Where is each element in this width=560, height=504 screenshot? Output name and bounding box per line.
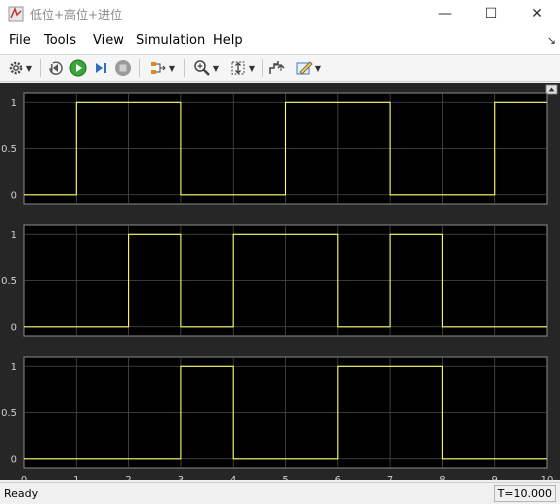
x-tick-label: 3 xyxy=(178,475,184,480)
scope-figure: 00.5100.5100.51012345678910 xyxy=(0,83,560,486)
dock-arrow-icon[interactable]: ↘ xyxy=(547,34,556,47)
close-icon: ✕ xyxy=(531,6,543,22)
step-back-icon xyxy=(49,61,63,75)
settings-button[interactable]: ▼ xyxy=(4,58,36,78)
chevron-down-icon: ▼ xyxy=(212,63,220,73)
x-tick-label: 9 xyxy=(492,475,498,480)
simulation-time: T=10.000 xyxy=(493,485,556,502)
y-tick-label: 1 xyxy=(11,230,17,241)
scope-axes-1: 00.51 xyxy=(1,92,548,205)
x-tick-label: 1 xyxy=(73,475,79,480)
x-tick-label: 8 xyxy=(439,475,445,480)
status-text: Ready xyxy=(4,487,39,500)
x-tick-label: 2 xyxy=(125,475,131,480)
signal-selector-icon xyxy=(150,62,166,74)
run-button[interactable] xyxy=(68,58,88,78)
stop-icon xyxy=(115,60,131,76)
menu-help[interactable]: Help xyxy=(213,33,243,48)
chevron-down-icon: ▼ xyxy=(314,63,322,73)
scope-plot-svg: 00.5100.5100.51012345678910 xyxy=(1,84,558,486)
x-tick-label: 7 xyxy=(387,475,393,480)
close-button[interactable]: ✕ xyxy=(514,0,560,28)
scope-axes-2: 00.51 xyxy=(1,224,548,337)
chevron-down-icon: ▼ xyxy=(248,63,256,73)
style-button[interactable]: ▼ xyxy=(290,58,326,78)
signal-selector-button[interactable]: ▼ xyxy=(144,58,180,78)
y-tick-label: 0.5 xyxy=(1,144,17,155)
simulink-scope-icon xyxy=(8,6,24,22)
chevron-down-icon: ▼ xyxy=(168,63,176,73)
restore-view-button[interactable] xyxy=(266,58,286,78)
zoom-icon xyxy=(194,60,210,76)
maximize-icon: ☐ xyxy=(484,6,498,22)
settings-gear-icon xyxy=(9,61,23,75)
maximize-button[interactable]: ☐ xyxy=(468,0,514,28)
step-back-button[interactable] xyxy=(46,58,66,78)
y-tick-label: 0 xyxy=(11,322,17,333)
window-title: 低位+高位+进位 xyxy=(30,8,123,22)
minimize-icon: — xyxy=(438,6,452,22)
y-tick-label: 0 xyxy=(11,454,17,465)
menu-simulation[interactable]: Simulation xyxy=(136,33,205,48)
toolbar: ▼ ▼ ▼ ▼ ▼ xyxy=(0,55,560,82)
toolbar-separator xyxy=(184,59,185,77)
toolbar-separator xyxy=(139,59,140,77)
x-tick-label: 0 xyxy=(21,475,27,480)
chevron-down-icon: ▼ xyxy=(25,63,33,73)
step-forward-icon xyxy=(96,63,106,73)
menu-file[interactable]: File xyxy=(9,33,31,48)
stop-button[interactable] xyxy=(113,58,133,78)
x-tick-label: 6 xyxy=(335,475,341,480)
y-tick-label: 1 xyxy=(11,362,17,373)
x-tick-label: 5 xyxy=(282,475,288,480)
menu-bar: File Tools View Simulation Help ↘ xyxy=(0,28,560,55)
autoscale-button[interactable]: ▼ xyxy=(225,58,259,78)
zoom-button[interactable]: ▼ xyxy=(189,58,223,78)
step-forward-button[interactable] xyxy=(90,58,110,78)
run-icon xyxy=(69,59,87,77)
x-tick-label: 10 xyxy=(541,475,554,480)
undock-arrow-icon[interactable] xyxy=(545,84,558,95)
style-icon xyxy=(296,61,313,75)
autoscale-icon xyxy=(231,61,245,75)
restore-icon xyxy=(269,61,285,74)
y-tick-label: 1 xyxy=(11,98,17,109)
menu-tools[interactable]: Tools xyxy=(44,33,76,48)
y-tick-label: 0.5 xyxy=(1,276,17,287)
x-tick-label: 4 xyxy=(230,475,236,480)
title-bar: 低位+高位+进位 — ☐ ✕ xyxy=(0,0,560,28)
minimize-button[interactable]: — xyxy=(422,0,468,28)
status-bar: Ready T=10.000 xyxy=(0,482,560,504)
y-tick-label: 0 xyxy=(11,190,17,201)
scope-axes-3: 00.51012345678910 xyxy=(1,356,554,486)
toolbar-separator xyxy=(40,59,41,77)
menu-view[interactable]: View xyxy=(93,33,124,48)
y-tick-label: 0.5 xyxy=(1,408,17,419)
toolbar-separator xyxy=(262,59,263,77)
